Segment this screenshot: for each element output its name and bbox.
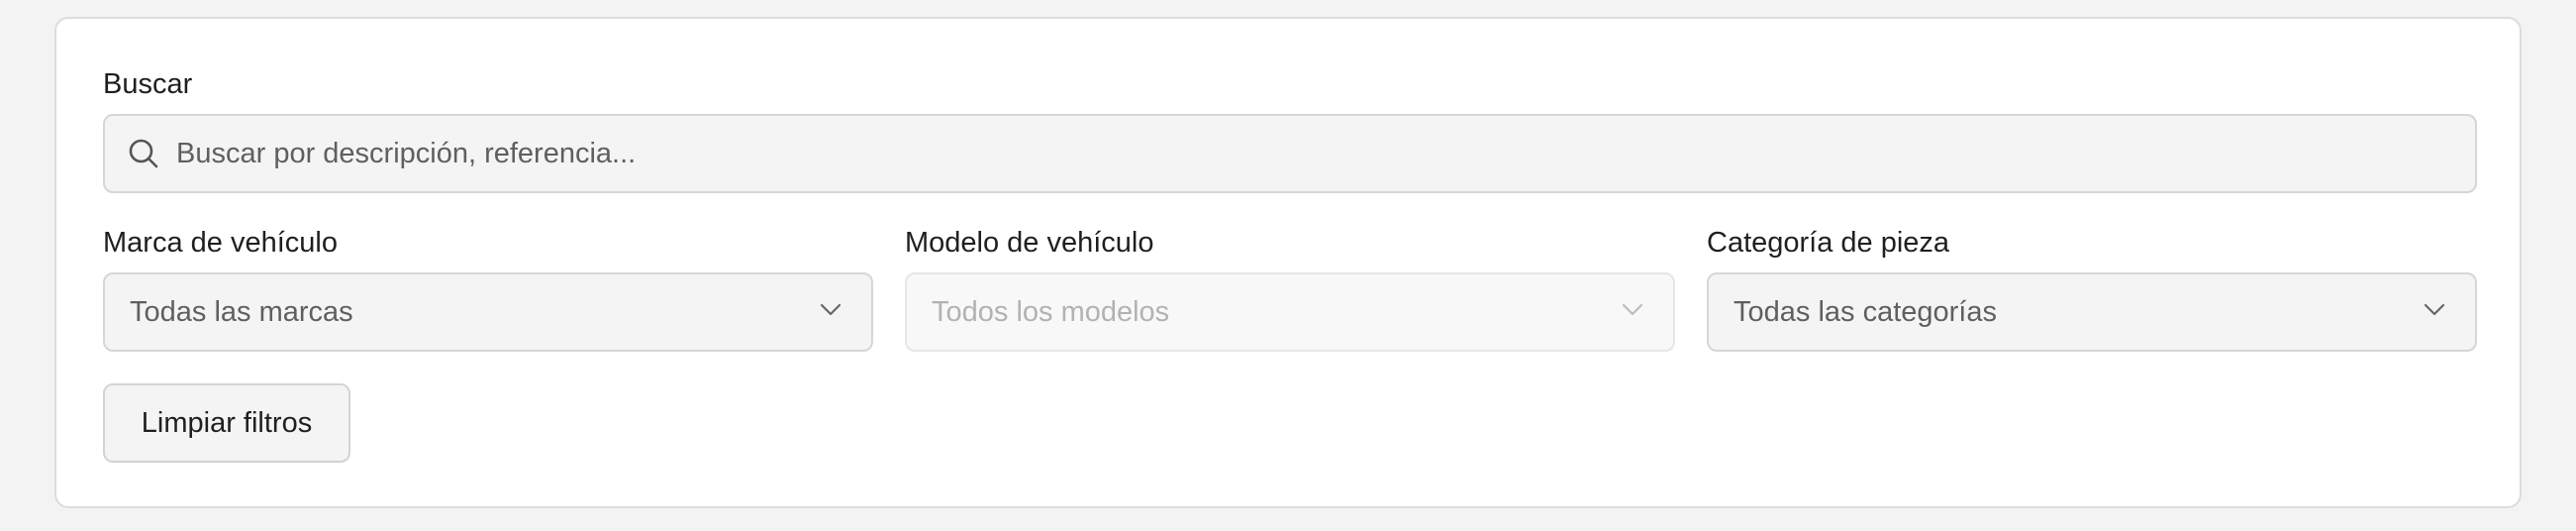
search-placeholder: Buscar por descripción, referencia...	[176, 138, 637, 169]
model-select-value: Todos los modelos	[932, 296, 1170, 328]
search-label: Buscar	[103, 68, 193, 100]
model-select[interactable]: Todos los modelos	[905, 272, 1675, 352]
search-input[interactable]: Buscar por descripción, referencia...	[103, 114, 2477, 193]
chevron-down-icon	[2424, 303, 2445, 317]
brand-select-value: Todas las marcas	[130, 296, 353, 328]
category-select-value: Todas las categorías	[1734, 296, 1997, 328]
clear-filters-button[interactable]: Limpiar filtros	[103, 383, 350, 463]
brand-select[interactable]: Todas las marcas	[103, 272, 873, 352]
chevron-down-icon	[820, 303, 842, 317]
category-select[interactable]: Todas las categorías	[1707, 272, 2477, 352]
category-filter-label: Categoría de pieza	[1707, 227, 1950, 259]
model-filter-label: Modelo de vehículo	[905, 227, 1154, 259]
chevron-down-icon	[1622, 303, 1643, 317]
brand-filter-label: Marca de vehículo	[103, 227, 338, 259]
filter-panel: Buscar Buscar por descripción, referenci…	[54, 17, 2522, 508]
search-icon	[128, 138, 159, 169]
